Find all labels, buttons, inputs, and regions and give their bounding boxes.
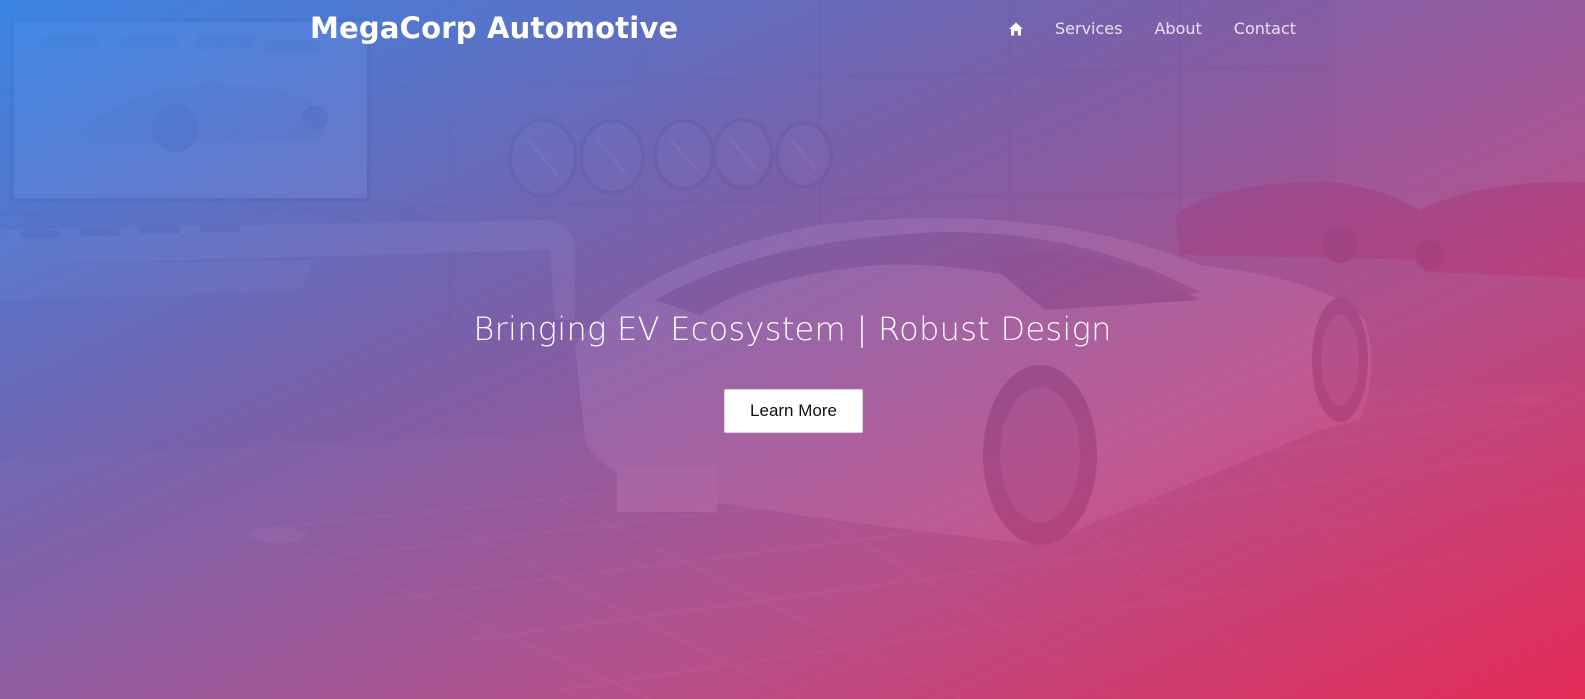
gradient-overlay — [0, 0, 1585, 699]
learn-more-button[interactable]: Learn More — [724, 389, 863, 433]
brand-logo-link[interactable]: MegaCorp Automotive — [310, 11, 678, 45]
top-navbar: MegaCorp Automotive Services About Conta… — [0, 0, 1585, 60]
nav-link-services[interactable]: Services — [1055, 19, 1122, 38]
hero-headline: Bringing EV Ecosystem | Robust Design — [473, 310, 1112, 348]
nav-links: Services About Contact — [1008, 19, 1296, 38]
hero-section: MegaCorp Automotive Services About Conta… — [0, 0, 1585, 699]
nav-link-contact[interactable]: Contact — [1234, 19, 1296, 38]
home-icon[interactable] — [1008, 21, 1024, 37]
nav-link-about[interactable]: About — [1154, 19, 1201, 38]
